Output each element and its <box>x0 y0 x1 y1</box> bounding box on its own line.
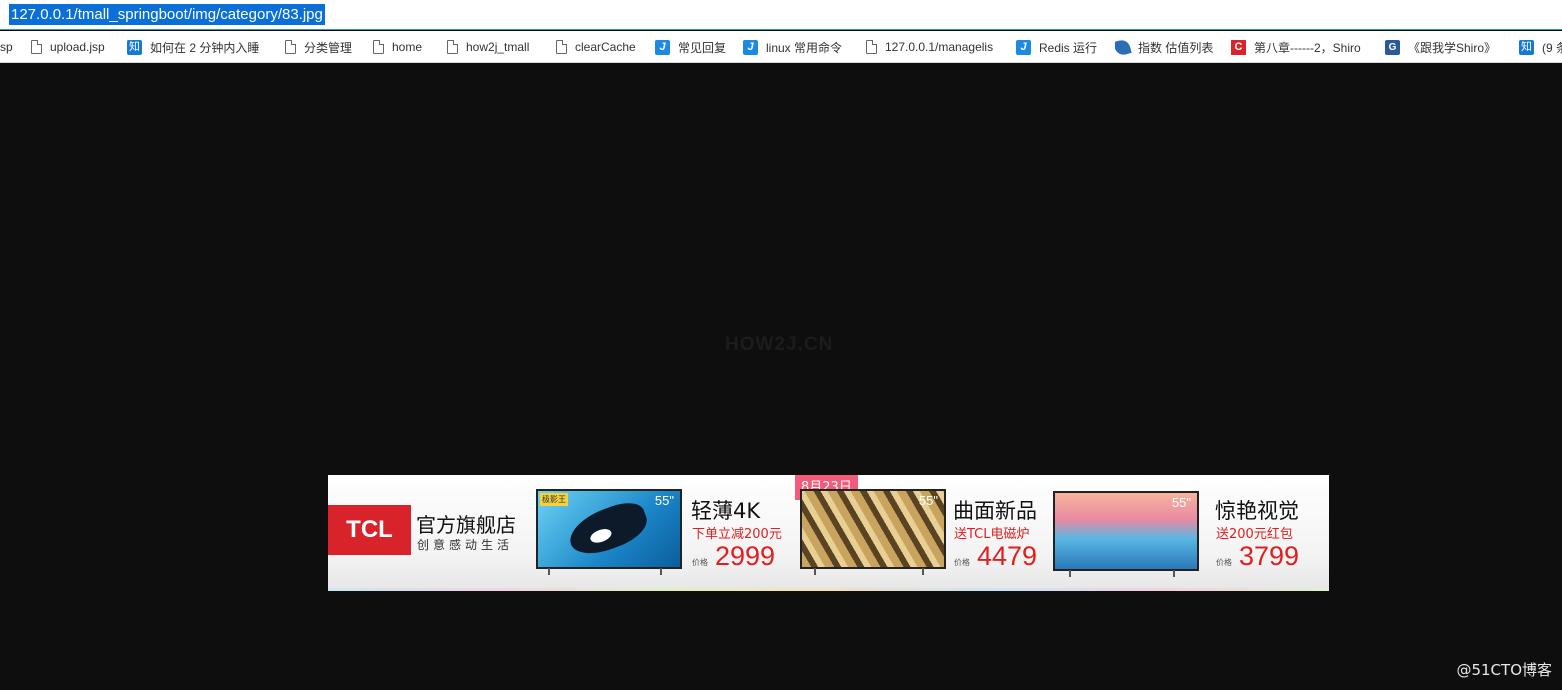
g-icon: G <box>1385 39 1400 55</box>
page-icon <box>285 40 296 54</box>
tv-stand <box>814 568 824 575</box>
price-tag: 价格 <box>692 558 708 567</box>
bookmarks-bar: sp upload.jsp 知 如何在 2 分钟内入睡 分类管理 home ho… <box>0 31 1562 63</box>
tv-size-label: 55" <box>918 493 938 508</box>
tv-screen: 55" <box>1053 491 1199 571</box>
promo-title: 惊艳视觉 <box>1215 499 1299 523</box>
bookmark-label: sp <box>0 40 13 54</box>
zhihu-icon: 知 <box>1519 39 1534 55</box>
color-strip <box>328 588 1329 591</box>
bookmark-label: Redis 运行 <box>1039 40 1098 55</box>
tcl-banner-image: TCL 官方旗舰店 创意感动生活 极影王 55" 轻薄4K 下单立减200元 价… <box>328 475 1329 591</box>
store-slogan: 创意感动生活 <box>417 538 514 552</box>
promo-price: 2999 <box>715 541 776 571</box>
csdn-icon: C <box>1231 39 1246 55</box>
promo-price: 4479 <box>977 541 1038 571</box>
jianshu-icon: J <box>743 39 758 55</box>
bookmark-item[interactable]: 指数 估值列表 <box>1115 31 1214 62</box>
promo-title: 轻薄4K <box>691 499 761 523</box>
tv-image: 55" <box>1053 491 1199 577</box>
bookmark-item[interactable]: how2j_tmall <box>445 31 530 62</box>
bookmark-label: 分类管理 <box>304 40 353 55</box>
promo-subtitle: 送200元红包 <box>1216 527 1293 542</box>
tv-size-label: 55" <box>1171 495 1191 510</box>
bookmark-item[interactable]: J 常见回复 <box>655 31 727 62</box>
bookmark-item[interactable]: clearCache <box>554 31 636 62</box>
store-name: 官方旗舰店 <box>416 513 516 537</box>
promo-subtitle: 下单立减200元 <box>692 527 782 542</box>
bookmark-label: how2j_tmall <box>466 40 530 54</box>
tv-stand <box>1069 570 1079 577</box>
bookmark-item[interactable]: 知 (9 条 <box>1519 31 1562 62</box>
bookmark-label: home <box>392 40 423 54</box>
bookmark-item[interactable]: home <box>371 31 423 62</box>
tv-badge: 极影王 <box>540 493 568 506</box>
bookmark-label: 127.0.0.1/managelis <box>885 40 994 54</box>
bookmark-item[interactable]: 分类管理 <box>283 31 353 62</box>
orca-graphic <box>563 496 653 562</box>
promo-price: 3799 <box>1239 541 1300 571</box>
bookmark-item[interactable]: upload.jsp <box>29 31 105 62</box>
bookmark-item[interactable]: J Redis 运行 <box>1016 31 1098 62</box>
watermark: HOW2J.CN <box>725 334 834 355</box>
tv-image: 极影王 55" <box>536 489 682 575</box>
bookmark-label: 如何在 2 分钟内入睡 <box>150 40 260 55</box>
tv-stand <box>1173 570 1183 577</box>
tv-stand <box>548 568 558 575</box>
tv-screen: 55" <box>800 489 946 569</box>
bookmark-label: (9 条 <box>1542 40 1562 55</box>
bookmark-label: 常见回复 <box>678 40 727 55</box>
promo-title: 曲面新品 <box>953 499 1037 523</box>
image-viewport: HOW2J.CN TCL 官方旗舰店 创意感动生活 极影王 55" 轻薄4K 下… <box>0 64 1562 690</box>
bookmark-label: 第八章------2，Shiro <box>1254 40 1361 55</box>
bookmark-label: clearCache <box>575 40 636 54</box>
tv-stand <box>660 568 670 575</box>
bookmark-item[interactable]: 知 如何在 2 分钟内入睡 <box>127 31 265 62</box>
address-bar[interactable]: 127.0.0.1/tmall_springboot/img/category/… <box>0 0 1562 30</box>
bookmark-item[interactable]: sp <box>0 31 13 62</box>
tv-image: 55" <box>800 489 946 575</box>
bookmark-label: 指数 估值列表 <box>1138 40 1214 55</box>
tv-screen: 极影王 55" <box>536 489 682 569</box>
tcl-logo: TCL <box>328 505 411 555</box>
url-input[interactable]: 127.0.0.1/tmall_springboot/img/category/… <box>9 4 325 25</box>
bookmark-item[interactable]: J linux 常用命令 <box>743 31 843 62</box>
bookmark-label: upload.jsp <box>50 40 105 54</box>
leaf-icon <box>1115 37 1132 57</box>
bookmark-label: linux 常用命令 <box>766 40 843 55</box>
page-icon <box>556 40 567 54</box>
tv-size-label: 55" <box>654 493 674 508</box>
bookmark-item[interactable]: G 《跟我学Shiro》 <box>1385 31 1497 62</box>
corner-watermark: @51CTO博客 <box>1456 661 1552 679</box>
page-icon <box>447 40 458 54</box>
promo-subtitle: 送TCL电磁炉 <box>954 527 1030 542</box>
bookmark-label: 《跟我学Shiro》 <box>1408 40 1497 55</box>
bookmark-item[interactable]: 127.0.0.1/managelis <box>864 31 1000 62</box>
page-icon <box>31 40 42 54</box>
price-tag: 价格 <box>954 558 970 567</box>
price-tag: 价格 <box>1216 558 1232 567</box>
bookmark-item[interactable]: C 第八章------2，Shiro <box>1231 31 1369 62</box>
jianshu-icon: J <box>655 39 670 55</box>
tv-stand <box>922 568 932 575</box>
jianshu-icon: J <box>1016 39 1031 55</box>
zhihu-icon: 知 <box>127 39 142 55</box>
page-icon <box>866 40 877 54</box>
page-icon <box>373 40 384 54</box>
